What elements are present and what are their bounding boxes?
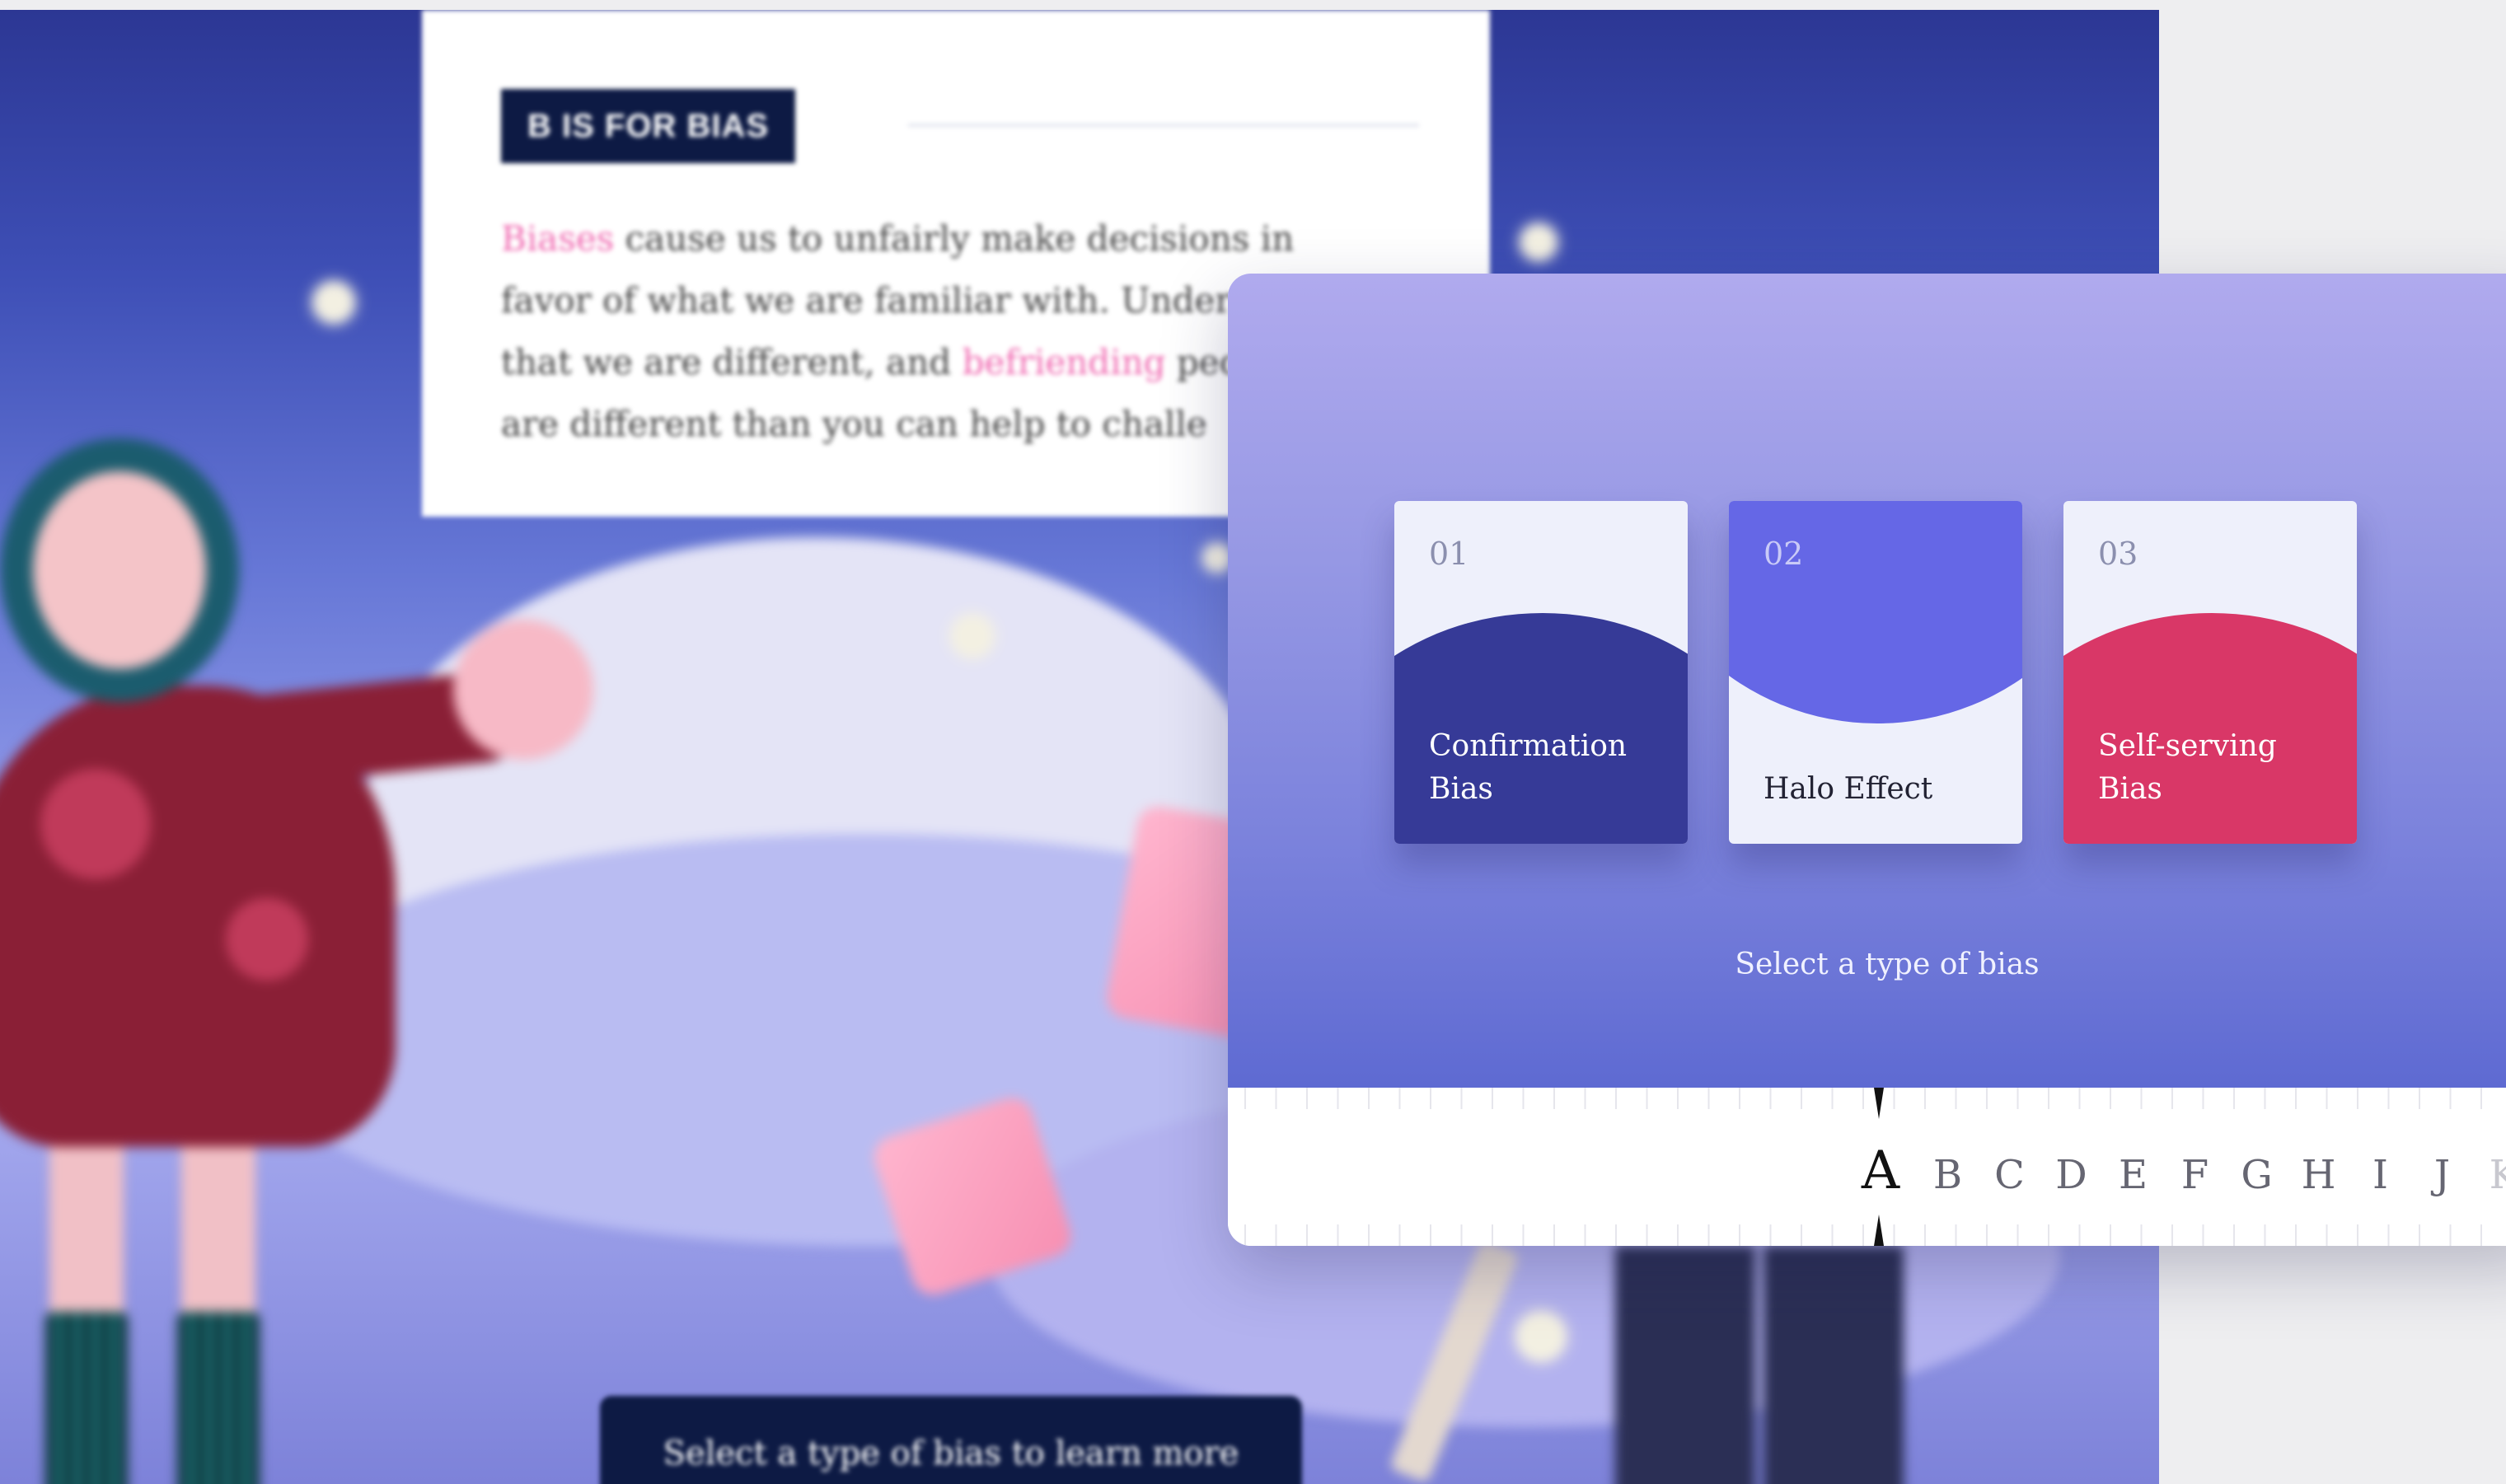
card-blob xyxy=(1729,501,2022,723)
bias-selector-stage: 01 Confirmation Bias 02 Halo Effect 03 S… xyxy=(1228,274,2506,1088)
card-number: 03 xyxy=(2098,536,2138,572)
bias-card-confirmation[interactable]: 01 Confirmation Bias xyxy=(1394,501,1688,844)
letter-c[interactable]: C xyxy=(1979,1142,2040,1208)
bias-card-self-serving[interactable]: 03 Self-serving Bias xyxy=(2063,501,2357,844)
letter-k[interactable]: K xyxy=(2473,1142,2506,1208)
star-icon xyxy=(1203,544,1231,572)
card-label: Halo Effect xyxy=(1764,772,1933,806)
letter-h[interactable]: H xyxy=(2288,1142,2349,1208)
ruler-pointer-icon xyxy=(1874,1215,1884,1246)
highlight-term: Biases xyxy=(501,218,615,259)
ruler-pointer-icon xyxy=(1874,1088,1884,1119)
highlight-term: befriending xyxy=(962,342,1166,382)
letter-d[interactable]: D xyxy=(2040,1142,2102,1208)
figure-leg xyxy=(1764,1246,1904,1484)
bias-card-halo[interactable]: 02 Halo Effect xyxy=(1729,501,2022,844)
card-number: 01 xyxy=(1429,536,1469,572)
figure-leg xyxy=(1615,1246,1755,1484)
ruler-ticks xyxy=(1228,1224,2506,1246)
star-icon xyxy=(313,282,354,323)
letter-i[interactable]: I xyxy=(2349,1142,2411,1208)
card-number: 02 xyxy=(1764,536,1804,572)
alphabet-letters: A B C D E F G H I J K xyxy=(1856,1129,2506,1208)
card-label: Confirmation Bias xyxy=(1429,729,1628,806)
letter-b[interactable]: B xyxy=(1917,1142,1979,1208)
letter-e[interactable]: E xyxy=(2102,1142,2164,1208)
bias-selector-panel: 01 Confirmation Bias 02 Halo Effect 03 S… xyxy=(1228,274,2506,1246)
letter-g[interactable]: G xyxy=(2226,1142,2288,1208)
divider xyxy=(908,124,1419,127)
select-prompt: Select a type of bias xyxy=(1735,948,2040,981)
star-icon xyxy=(952,616,993,657)
section-tag: B IS FOR BIAS xyxy=(501,89,796,163)
card-label: Self-serving Bias xyxy=(2098,729,2277,806)
star-icon xyxy=(1520,224,1557,260)
letter-a[interactable]: A xyxy=(1856,1134,1905,1208)
ruler-ticks xyxy=(1228,1088,2506,1109)
alphabet-ruler[interactable]: A B C D E F G H I J K xyxy=(1228,1088,2506,1246)
girl-illustration xyxy=(0,422,626,1484)
star-icon xyxy=(1516,1312,1566,1361)
letter-f[interactable]: F xyxy=(2164,1142,2226,1208)
learn-more-button[interactable]: Select a type of bias to learn more xyxy=(600,1396,1302,1484)
letter-j[interactable]: J xyxy=(2411,1142,2473,1208)
